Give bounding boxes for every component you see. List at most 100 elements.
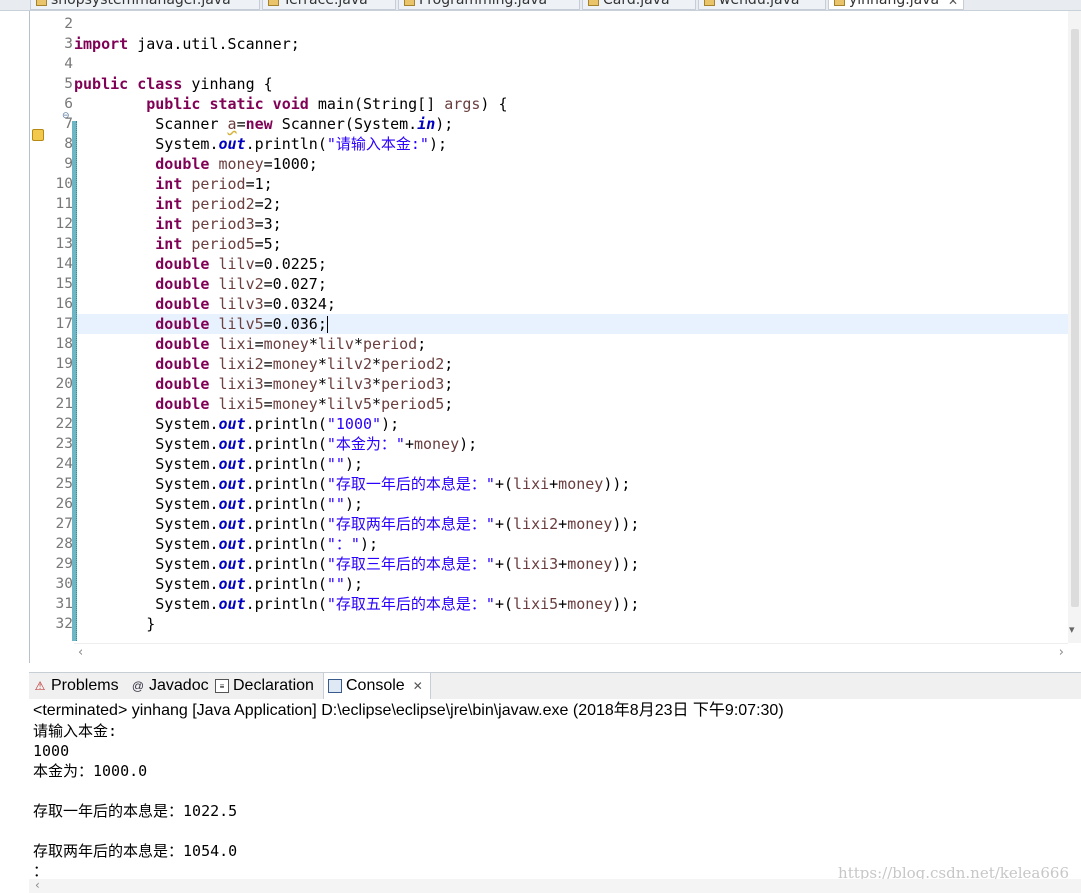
code-text[interactable]: System.out.println(""); xyxy=(74,494,363,514)
java-file-icon xyxy=(588,0,599,6)
tab-label: shopsystemmanager.java xyxy=(51,0,231,8)
code-text[interactable]: double lixi5=money*lilv5*period5; xyxy=(74,394,453,414)
console-line: 存取一年后的本息是：1022.5 xyxy=(33,802,238,820)
line-number: 11 xyxy=(55,196,73,212)
scroll-thumb[interactable] xyxy=(1071,29,1079,607)
code-text[interactable]: double lilv=0.0225; xyxy=(74,254,327,274)
line-number: 26 xyxy=(55,496,73,512)
declaration-icon: ≡ xyxy=(215,679,229,693)
console-icon xyxy=(328,679,342,693)
line-number: 23 xyxy=(55,436,73,452)
tab-label: Card.java xyxy=(603,0,670,8)
code-text[interactable]: public static void main(String[] args) { xyxy=(74,94,507,114)
tab-shopsystemmanager[interactable]: shopsystemmanager.java xyxy=(30,0,260,10)
java-file-icon xyxy=(36,0,47,6)
tab-label: wendu.java xyxy=(719,0,800,8)
code-text[interactable]: System.out.println("1000"); xyxy=(74,414,399,434)
console-view[interactable]: <terminated> yinhang [Java Application] … xyxy=(29,699,1081,893)
tab-label: Programming.java xyxy=(419,0,548,8)
code-text[interactable]: System.out.println("存取五年后的本息是："+(lixi5+m… xyxy=(74,594,639,614)
code-text[interactable]: double lilv2=0.027; xyxy=(74,274,327,294)
code-text[interactable]: double lixi3=money*lilv3*period3; xyxy=(74,374,453,394)
code-text[interactable]: System.out.println(""); xyxy=(74,454,363,474)
tab-wendu[interactable]: wendu.java xyxy=(698,0,826,10)
code-text[interactable]: System.out.println(""); xyxy=(74,574,363,594)
code-text[interactable]: System.out.println("："); xyxy=(74,534,378,554)
line-number: 29 xyxy=(55,556,73,572)
scroll-down-icon[interactable]: ▾ xyxy=(1069,623,1075,636)
close-icon[interactable]: ✕ xyxy=(948,0,958,10)
code-text[interactable]: int period5=5; xyxy=(74,234,281,254)
line-number: 6 xyxy=(64,96,73,112)
code-text[interactable]: System.out.println("存取两年后的本息是："+(lixi2+m… xyxy=(74,514,639,534)
tab-javadoc[interactable]: @ Javadoc xyxy=(127,673,211,699)
javadoc-icon: @ xyxy=(131,679,145,693)
code-text[interactable]: import java.util.Scanner; xyxy=(74,34,300,54)
line-number: 4 xyxy=(64,56,73,72)
line-number: 7 xyxy=(64,116,73,132)
tab-terrace[interactable]: Terrace.java xyxy=(262,0,396,10)
line-number: 27 xyxy=(55,516,73,532)
code-text[interactable]: } xyxy=(74,614,155,634)
code-text[interactable]: double money=1000; xyxy=(74,154,318,174)
line-number: 8 xyxy=(64,136,73,152)
code-text[interactable]: double lixi2=money*lilv2*period2; xyxy=(74,354,453,374)
tab-programming[interactable]: Programming.java xyxy=(398,0,580,10)
line-number: 12 xyxy=(55,216,73,232)
tab-problems[interactable]: ⚠ Problems xyxy=(29,673,127,699)
console-line: 1000 xyxy=(33,742,70,760)
tab-console[interactable]: Console ✕ xyxy=(323,673,431,699)
code-text[interactable]: int period2=2; xyxy=(74,194,281,214)
code-text[interactable]: System.out.println("本金为："+money); xyxy=(74,434,477,454)
warning-icon[interactable] xyxy=(32,129,44,141)
line-number: 21 xyxy=(55,396,73,412)
horizontal-scrollbar[interactable]: ‹ xyxy=(29,878,1081,893)
java-file-icon xyxy=(404,0,415,6)
java-file-icon xyxy=(834,0,845,6)
problems-icon: ⚠ xyxy=(34,679,46,693)
line-number: 19 xyxy=(55,356,73,372)
line-number: 18 xyxy=(55,336,73,352)
code-text[interactable]: System.out.println("存取一年后的本息是："+(lixi+mo… xyxy=(74,474,630,494)
close-icon[interactable]: ✕ xyxy=(413,679,423,693)
line-number: 15 xyxy=(55,276,73,292)
line-number: 17 xyxy=(55,316,73,332)
tab-label: Terrace.java xyxy=(283,0,368,8)
tab-label: Declaration xyxy=(233,677,314,694)
line-number: 25 xyxy=(55,476,73,492)
editor-tab-bar: shopsystemmanager.java Terrace.java Prog… xyxy=(0,0,1081,11)
code-text[interactable]: Scanner a=new Scanner(System.in); xyxy=(74,114,453,134)
console-header: <terminated> yinhang [Java Application] … xyxy=(33,702,784,719)
tab-label: Problems xyxy=(51,677,119,694)
line-number: 20 xyxy=(55,376,73,392)
line-number: 22 xyxy=(55,416,73,432)
code-text[interactable]: double lilv3=0.0324; xyxy=(74,294,336,314)
tab-label: Console xyxy=(346,677,405,694)
vertical-scrollbar[interactable]: ▾ xyxy=(1068,11,1081,643)
code-text[interactable]: int period=1; xyxy=(74,174,272,194)
line-number: 9 xyxy=(64,156,73,172)
code-text[interactable]: int period3=3; xyxy=(74,214,281,234)
tab-label: Javadoc xyxy=(149,677,209,694)
code-text[interactable]: double lixi=money*lilv*period; xyxy=(74,334,426,354)
code-text[interactable]: System.out.println("存取三年后的本息是："+(lixi3+m… xyxy=(74,554,639,574)
line-number: 14 xyxy=(55,256,73,272)
tab-card[interactable]: Card.java xyxy=(582,0,696,10)
line-number: 30 xyxy=(55,576,73,592)
line-number: 31 xyxy=(55,596,73,612)
scroll-left-icon[interactable]: ‹ xyxy=(78,645,83,660)
code-text[interactable]: double lilv5=0.036; xyxy=(74,314,328,334)
code-text[interactable]: public class yinhang { xyxy=(74,74,273,94)
console-line: 本金为：1000.0 xyxy=(33,762,148,780)
line-number: 5 xyxy=(64,76,73,92)
tab-yinhang[interactable]: yinhang.java ✕ xyxy=(828,0,964,10)
console-line: 存取两年后的本息是：1054.0 xyxy=(33,842,238,860)
scroll-left-icon[interactable]: ‹ xyxy=(35,878,40,892)
scroll-right-icon[interactable]: › xyxy=(1059,645,1064,660)
code-text[interactable]: System.out.println("请输入本金:"); xyxy=(74,134,447,154)
code-editor[interactable]: ⊖ 2 3 import java.util.Scanner; 4 5 public cl… xyxy=(29,11,1081,663)
line-number: 28 xyxy=(55,536,73,552)
tab-declaration[interactable]: ≡ Declaration xyxy=(211,673,323,699)
horizontal-scrollbar[interactable]: ‹ › xyxy=(74,643,1068,662)
console-line: 请输入本金: xyxy=(33,722,118,740)
